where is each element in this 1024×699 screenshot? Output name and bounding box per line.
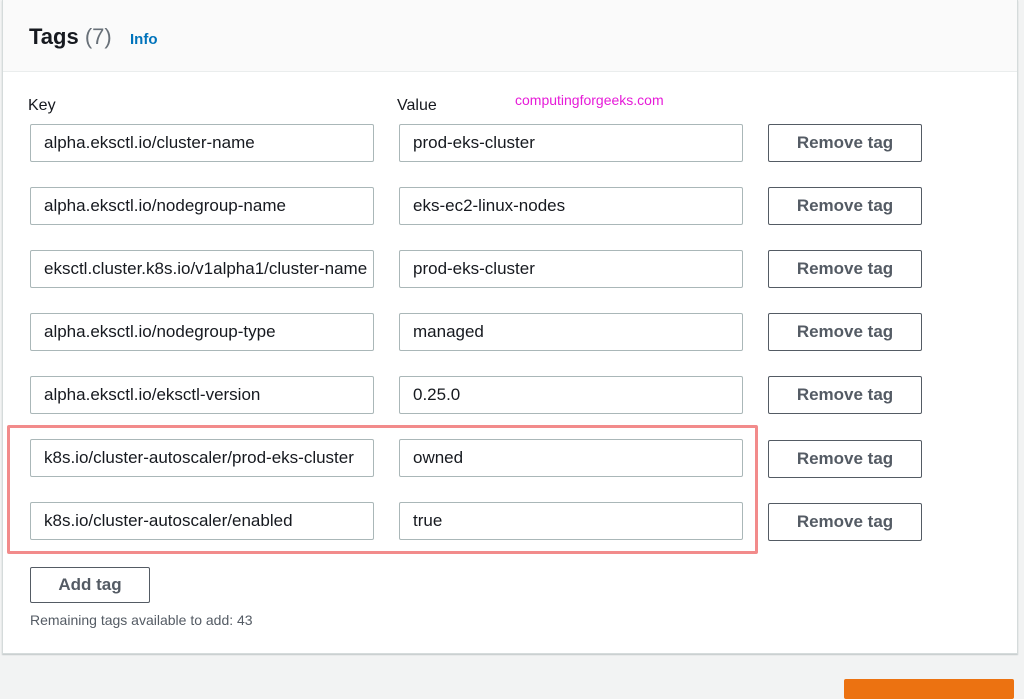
info-link[interactable]: Info [130,31,158,48]
tag-key-input[interactable]: eksctl.cluster.k8s.io/v1alpha1/cluster-n… [30,250,374,288]
remove-tag-button[interactable]: Remove tag [768,250,922,288]
title-text: Tags [29,24,79,49]
key-column-label: Key [28,97,56,114]
remove-tag-button[interactable]: Remove tag [768,376,922,414]
tag-value-input[interactable]: 0.25.0 [399,376,743,414]
tag-value-input[interactable]: true [399,502,743,540]
remove-tag-button[interactable]: Remove tag [768,440,922,478]
add-tag-button[interactable]: Add tag [30,567,150,603]
panel-title: Tags (7) [29,24,112,50]
remove-tag-button[interactable]: Remove tag [768,187,922,225]
tag-key-input[interactable]: alpha.eksctl.io/cluster-name [30,124,374,162]
tag-value-input[interactable]: owned [399,439,743,477]
remove-tag-button[interactable]: Remove tag [768,124,922,162]
tag-value-input[interactable]: prod-eks-cluster [399,250,743,288]
tag-value-input[interactable]: eks-ec2-linux-nodes [399,187,743,225]
tag-key-input[interactable]: k8s.io/cluster-autoscaler/enabled [30,502,374,540]
tag-value-input[interactable]: managed [399,313,743,351]
tag-count: (7) [84,24,112,49]
tag-key-input[interactable]: k8s.io/cluster-autoscaler/prod-eks-clust… [30,439,374,477]
tag-key-input[interactable]: alpha.eksctl.io/nodegroup-name [30,187,374,225]
primary-action-button[interactable] [844,679,1014,699]
tag-key-input[interactable]: alpha.eksctl.io/eksctl-version [30,376,374,414]
remove-tag-button[interactable]: Remove tag [768,313,922,351]
remaining-tags-text: Remaining tags available to add: 43 [30,612,253,628]
tags-panel: Tags (7) Info Key Value computingforgeek… [2,0,1018,654]
tag-key-input[interactable]: alpha.eksctl.io/nodegroup-type [30,313,374,351]
remove-tag-button[interactable]: Remove tag [768,503,922,541]
panel-header: Tags (7) Info [3,0,1017,72]
watermark-text: computingforgeeks.com [515,92,664,108]
value-column-label: Value [397,97,437,114]
tag-value-input[interactable]: prod-eks-cluster [399,124,743,162]
